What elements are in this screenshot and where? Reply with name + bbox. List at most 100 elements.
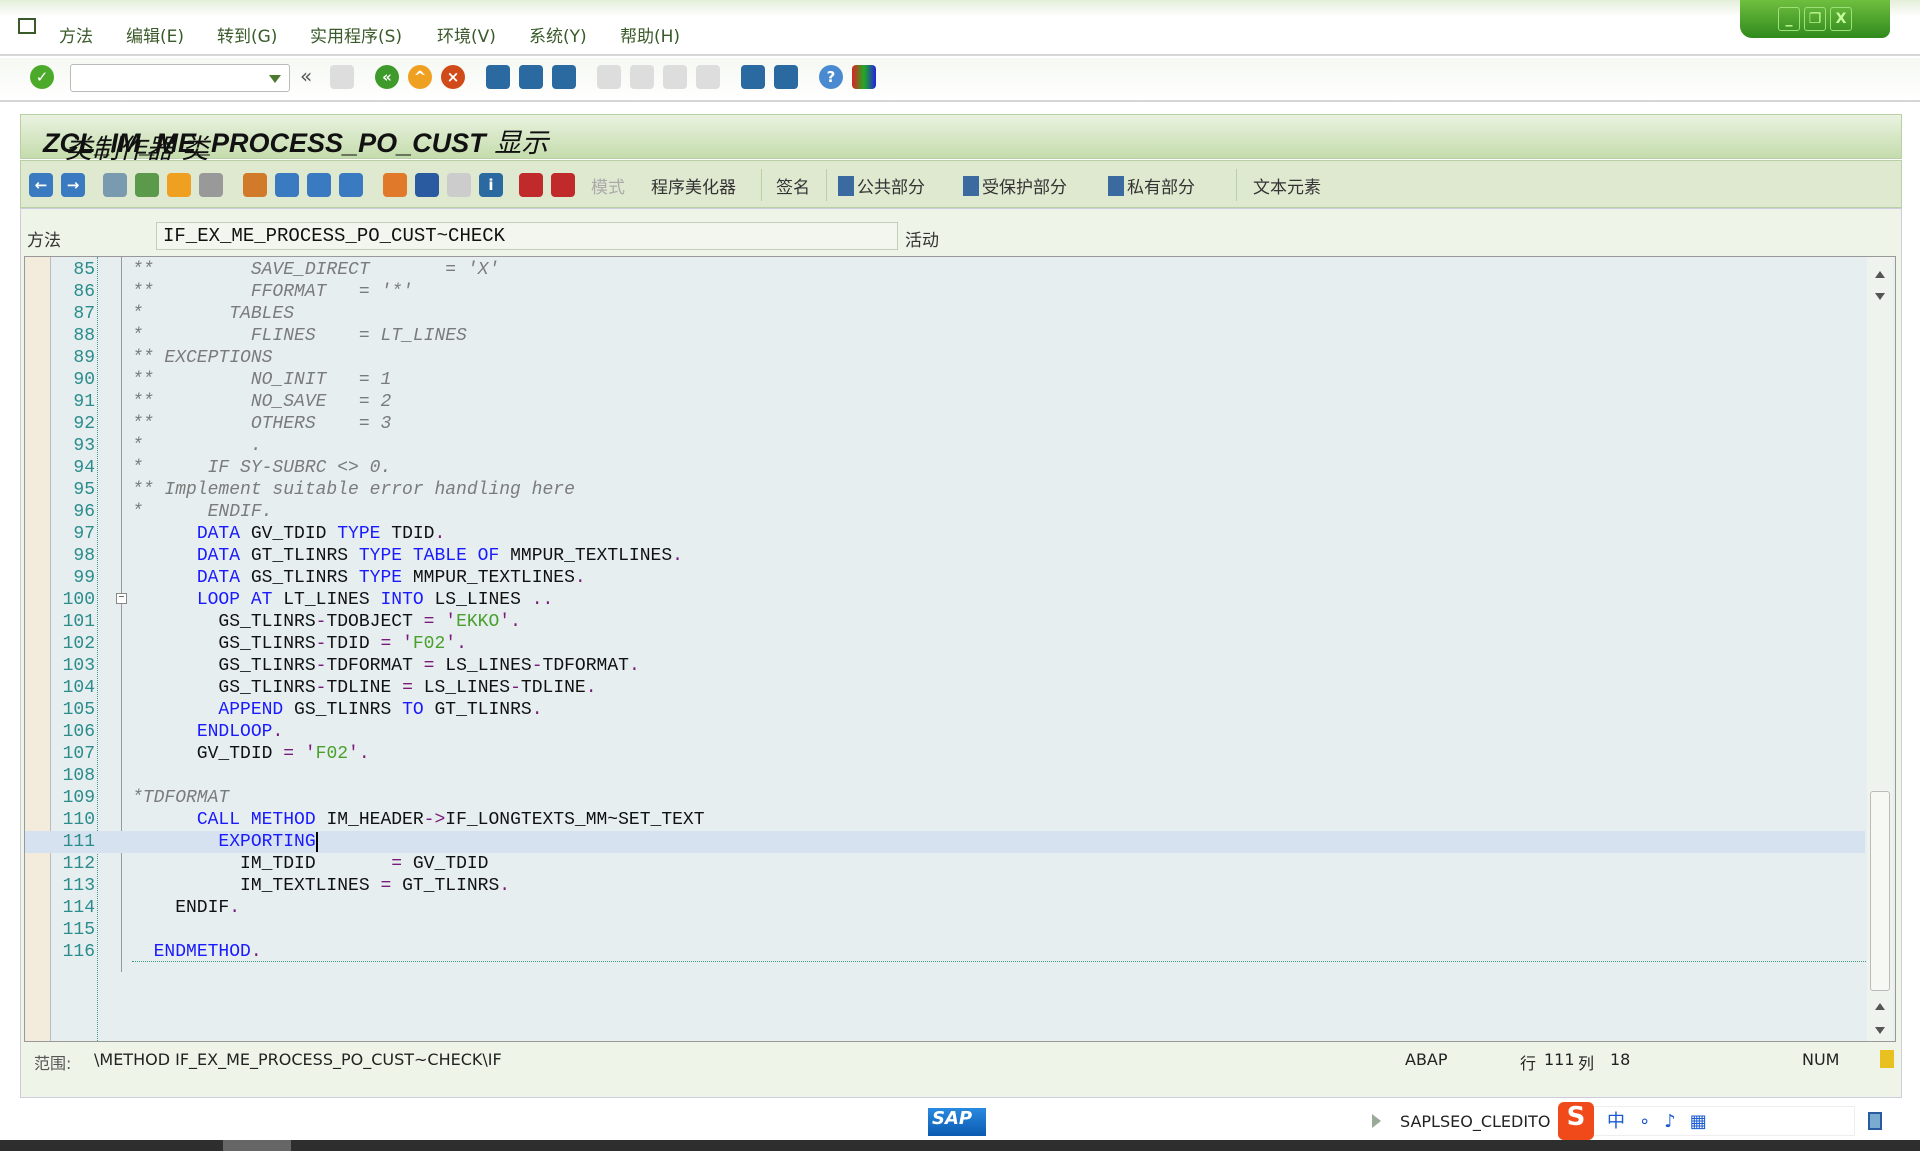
code-line[interactable]: 114 ENDIF.	[25, 897, 1865, 919]
code-line[interactable]: 92 ** OTHERS = 3	[25, 413, 1865, 435]
code-line[interactable]: 103 GS_TLINRS-TDFORMAT = LS_LINES-TDFORM…	[25, 655, 1865, 677]
vertical-scrollbar[interactable]	[1867, 257, 1893, 1041]
protected-section-button[interactable]: 受保护部分	[963, 173, 1067, 198]
previous-page-icon[interactable]	[630, 65, 654, 89]
next-page-icon[interactable]	[663, 65, 687, 89]
menu-help[interactable]: 帮助(H)	[620, 22, 680, 47]
code-line[interactable]: 115	[25, 919, 1865, 941]
code-line[interactable]: 108	[25, 765, 1865, 787]
object-list-icon[interactable]	[339, 173, 363, 197]
enter-check-icon[interactable]: ✓	[30, 65, 54, 89]
info-icon[interactable]: i	[479, 173, 503, 197]
fold-toggle-icon[interactable]: −	[116, 593, 127, 604]
activate-icon[interactable]	[243, 173, 267, 197]
code-line[interactable]: 99 DATA GS_TLINRS TYPE MMPUR_TEXTLINES.	[25, 567, 1865, 589]
code-line[interactable]: 88 * FLINES = LT_LINES	[25, 325, 1865, 347]
code-line[interactable]: 97 DATA GV_TDID TYPE TDID.	[25, 523, 1865, 545]
shortcut-icon[interactable]	[774, 65, 798, 89]
save-icon[interactable]	[330, 65, 354, 89]
find-next-icon[interactable]	[552, 65, 576, 89]
code-line[interactable]: 91 ** NO_SAVE = 2	[25, 391, 1865, 413]
scroll-down-icon[interactable]	[1875, 293, 1885, 300]
new-session-icon[interactable]	[741, 65, 765, 89]
code-line[interactable]: 98 DATA GT_TLINRS TYPE TABLE OF MMPUR_TE…	[25, 545, 1865, 567]
help-icon[interactable]: ?	[819, 65, 843, 89]
code-line[interactable]: 113 IM_TEXTLINES = GT_TLINRS.	[25, 875, 1865, 897]
code-line[interactable]: 111 EXPORTING	[25, 831, 1865, 853]
find-icon[interactable]	[519, 65, 543, 89]
close-button[interactable]: X	[1830, 7, 1852, 31]
print-icon[interactable]	[486, 65, 510, 89]
minimize-button[interactable]: _	[1778, 7, 1800, 31]
menu-method[interactable]: 方法	[59, 22, 93, 47]
code-editor[interactable]: 85 ** SAVE_DIRECT = 'X' 86 ** FFORMAT = '*'…	[24, 256, 1896, 1042]
code-line[interactable]: 85 ** SAVE_DIRECT = 'X'	[25, 259, 1865, 281]
document-icon	[838, 176, 854, 196]
code-line[interactable]: 87 * TABLES	[25, 303, 1865, 325]
menu-utilities[interactable]: 实用程序(S)	[310, 22, 402, 47]
code-line[interactable]: 104 GS_TLINRS-TDLINE = LS_LINES-TDLINE.	[25, 677, 1865, 699]
code-line[interactable]: 86 ** FFORMAT = '*'	[25, 281, 1865, 303]
back-icon[interactable]: «	[375, 65, 399, 89]
cancel-icon[interactable]: ×	[441, 65, 465, 89]
code-line[interactable]: 96 * ENDIF.	[25, 501, 1865, 523]
command-field[interactable]	[70, 64, 290, 92]
code-line[interactable]: 89 ** EXCEPTIONS	[25, 347, 1865, 369]
text-elements-button[interactable]: 文本元素	[1253, 173, 1321, 198]
method-input[interactable]: IF_EX_ME_PROCESS_PO_CUST~CHECK	[156, 222, 898, 250]
signature-button[interactable]: 签名	[776, 173, 810, 198]
sogou-ime-icon[interactable]: S	[1558, 1102, 1594, 1140]
code-line[interactable]: 101 GS_TLINRS-TDOBJECT = 'EKKO'.	[25, 611, 1865, 633]
exit-icon[interactable]: ^	[408, 65, 432, 89]
status-expand-icon[interactable]	[1372, 1114, 1381, 1128]
notes-icon[interactable]	[1880, 1050, 1894, 1068]
menu-edit[interactable]: 编辑(E)	[126, 22, 184, 47]
restore-button[interactable]: ❐	[1804, 7, 1826, 31]
chevron-down-icon[interactable]	[269, 75, 281, 83]
taskbar-item[interactable]	[223, 1140, 291, 1151]
scroll-thumb[interactable]	[1870, 791, 1890, 991]
first-page-icon[interactable]	[597, 65, 621, 89]
menu-system[interactable]: 系统(Y)	[529, 22, 587, 47]
menu-environment[interactable]: 环境(V)	[437, 22, 496, 47]
where-used-icon[interactable]	[307, 173, 331, 197]
hierarchy-icon[interactable]	[383, 173, 407, 197]
code-line[interactable]: 106 ENDLOOP.	[25, 721, 1865, 743]
code-line[interactable]: 93 * .	[25, 435, 1865, 457]
check-icon[interactable]	[199, 173, 223, 197]
forward-arrow-icon[interactable]: →	[61, 173, 85, 197]
navigation-icon[interactable]	[415, 173, 439, 197]
code-line[interactable]: 109 *TDFORMAT	[25, 787, 1865, 809]
scroll-up-icon[interactable]	[1875, 1003, 1885, 1010]
display-change-icon[interactable]	[103, 173, 127, 197]
code-line[interactable]: 116 ENDMETHOD.	[25, 941, 1865, 963]
back-arrow-icon[interactable]: ←	[29, 173, 53, 197]
code-line[interactable]: 90 ** NO_INIT = 1	[25, 369, 1865, 391]
menu-exit-icon[interactable]	[18, 18, 36, 34]
customize-layout-icon[interactable]	[852, 65, 876, 89]
test-icon[interactable]	[275, 173, 299, 197]
outline-icon[interactable]	[447, 173, 471, 197]
other-object-icon[interactable]	[167, 173, 191, 197]
lock-icon[interactable]	[1868, 1112, 1882, 1130]
code-line[interactable]: 102 GS_TLINRS-TDID = 'F02'.	[25, 633, 1865, 655]
code-line[interactable]: 105 APPEND GS_TLINRS TO GT_TLINRS.	[25, 699, 1865, 721]
code-line[interactable]: 110 CALL METHOD IM_HEADER->IF_LONGTEXTS_…	[25, 809, 1865, 831]
pretty-printer-button[interactable]: 程序美化器	[651, 173, 736, 198]
scroll-up-icon[interactable]	[1875, 271, 1885, 278]
code-line[interactable]: 95 ** Implement suitable error handling h…	[25, 479, 1865, 501]
private-section-button[interactable]: 私有部分	[1108, 173, 1195, 198]
menu-goto[interactable]: 转到(G)	[217, 22, 277, 47]
code-line[interactable]: 107 GV_TDID = 'F02'.	[25, 743, 1865, 765]
mode-button[interactable]: 模式	[591, 173, 625, 198]
breakpoint-icon[interactable]	[519, 173, 543, 197]
last-page-icon[interactable]	[696, 65, 720, 89]
code-line[interactable]: 94 * IF SY-SUBRC <> 0.	[25, 457, 1865, 479]
scroll-down-icon[interactable]	[1875, 1027, 1885, 1034]
active-inactive-icon[interactable]	[135, 173, 159, 197]
external-breakpoint-icon[interactable]	[551, 173, 575, 197]
code-line[interactable]: 100 LOOP AT LT_LINES INTO LS_LINES .. −	[25, 589, 1865, 611]
public-section-button[interactable]: 公共部分	[838, 173, 925, 198]
collapse-icon[interactable]: «	[300, 64, 312, 88]
code-line[interactable]: 112 IM_TDID = GV_TDID	[25, 853, 1865, 875]
